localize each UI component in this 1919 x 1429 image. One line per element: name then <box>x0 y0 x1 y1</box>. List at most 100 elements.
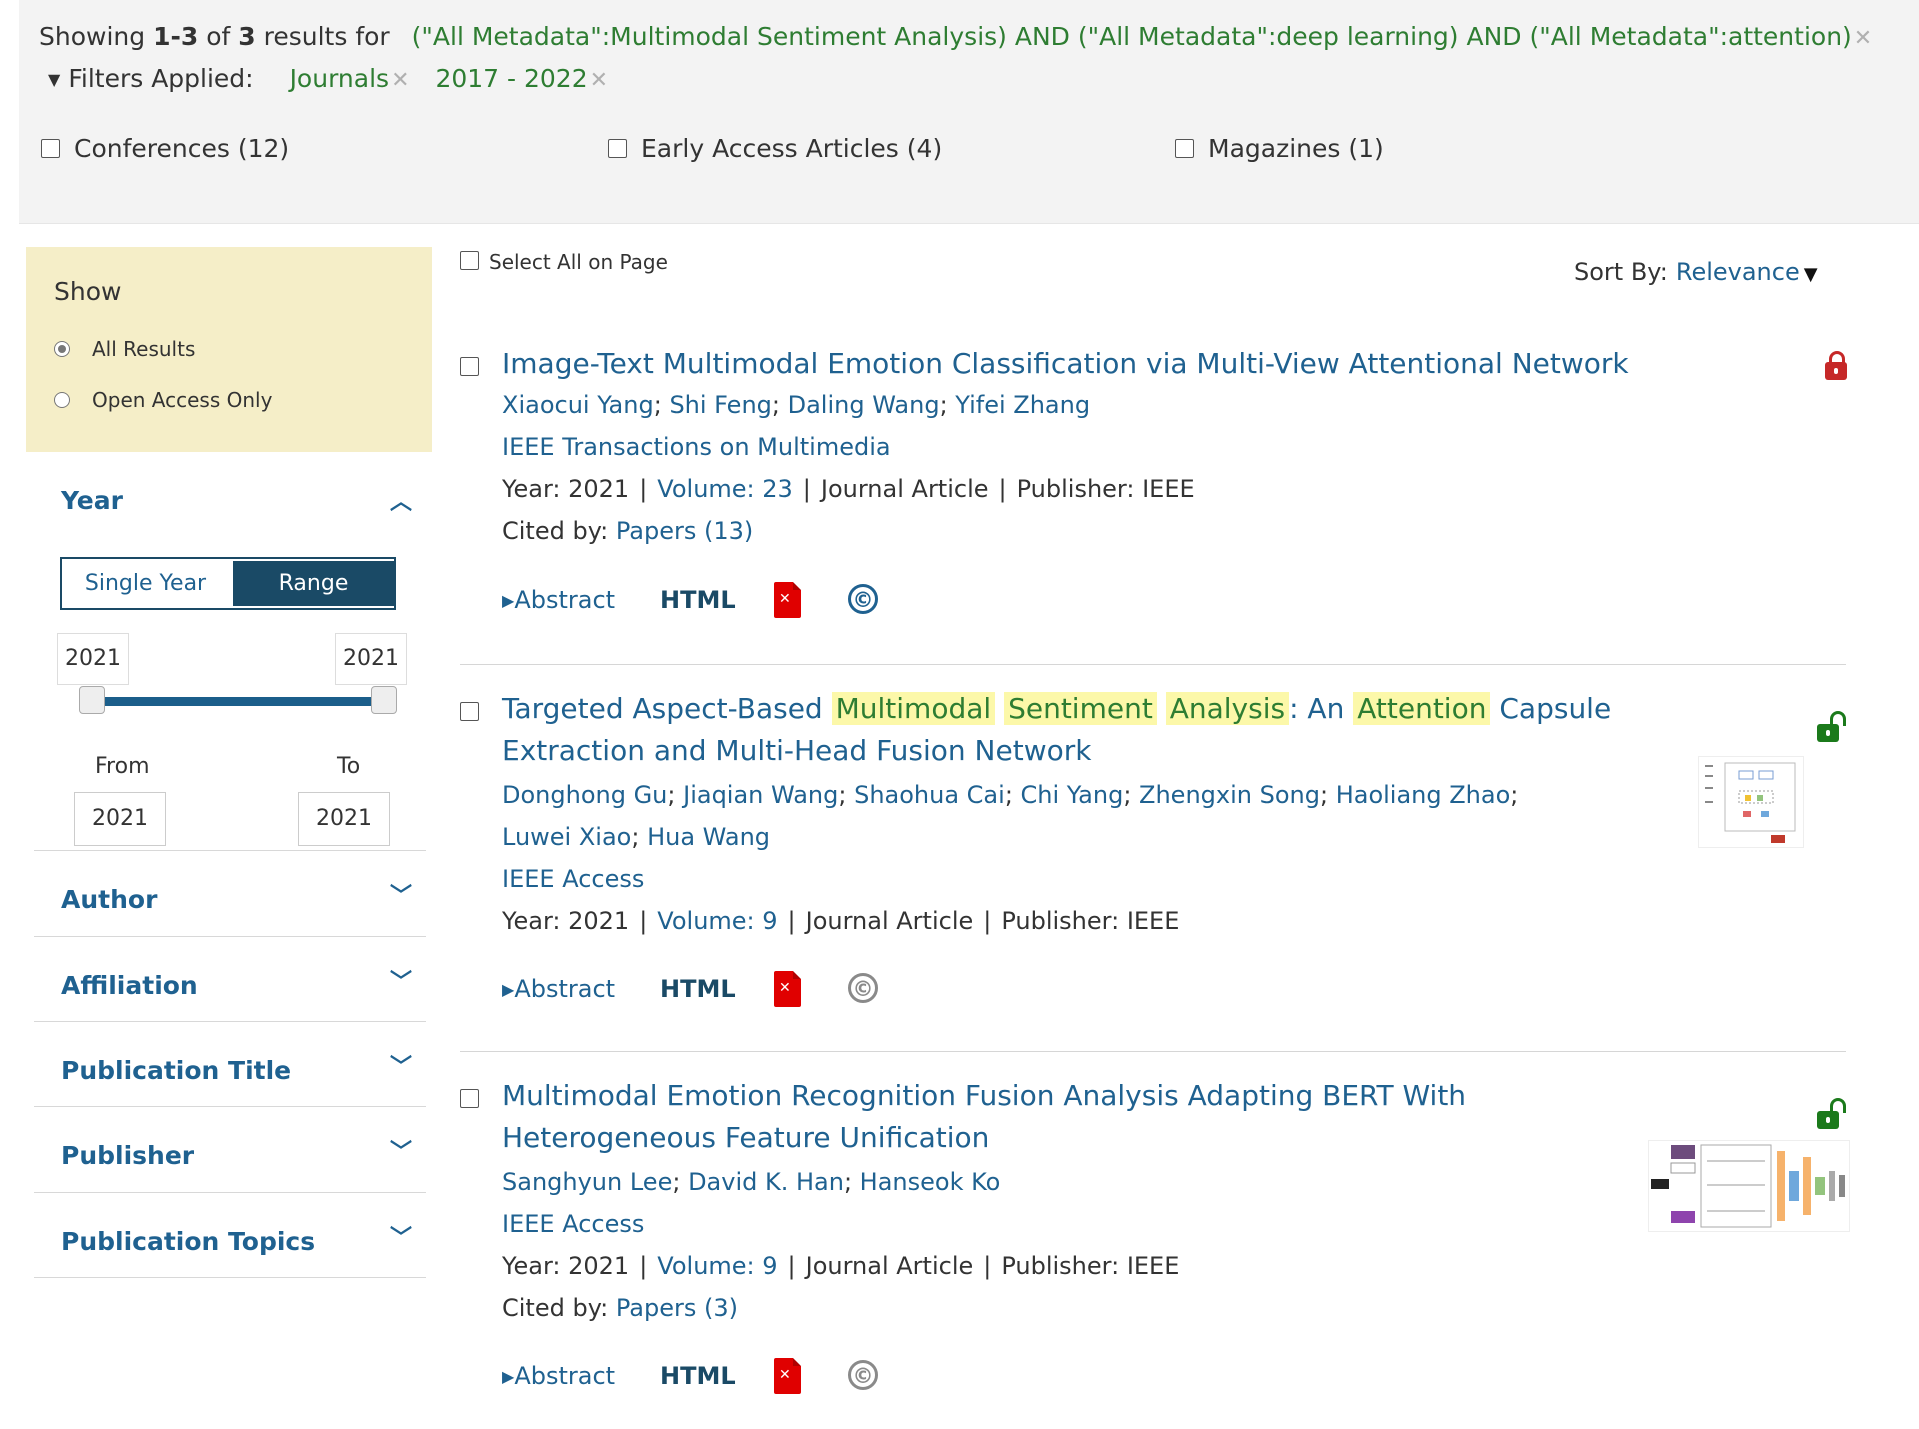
slider-handle-min[interactable] <box>79 686 105 714</box>
cited-by-link[interactable]: Papers (13) <box>616 517 753 545</box>
single-year-button[interactable]: Single Year <box>62 559 229 608</box>
author-link[interactable]: Haoliang Zhao <box>1336 781 1511 809</box>
search-query[interactable]: ("All Metadata":Multimodal Sentiment Ana… <box>412 22 1852 51</box>
chevron-up-icon[interactable]: ︿ <box>390 484 412 516</box>
author-link[interactable]: Zhengxin Song <box>1139 781 1320 809</box>
html-link[interactable]: HTML <box>660 1362 736 1390</box>
author-link[interactable]: Jiaqian Wang <box>683 781 838 809</box>
author-link[interactable]: Yifei Zhang <box>955 391 1090 419</box>
checkbox[interactable] <box>608 139 627 158</box>
chevron-down-icon[interactable]: ﹀ <box>390 964 412 996</box>
facet-publication-title[interactable]: Publication Title <box>61 1056 291 1085</box>
author-link[interactable]: Hanseok Ko <box>860 1168 1001 1196</box>
author-link[interactable]: Sanghyun Lee <box>502 1168 672 1196</box>
author-link[interactable]: Luwei Xiao <box>502 823 631 851</box>
author-link[interactable]: Shi Feng <box>669 391 771 419</box>
caret-right-icon: ▶ <box>502 980 515 999</box>
volume-link[interactable]: Volume: 9 <box>657 907 777 935</box>
divider <box>34 850 426 851</box>
facet-affiliation[interactable]: Affiliation <box>61 971 198 1000</box>
from-year-input[interactable]: 2021 <box>74 792 166 846</box>
author-link[interactable]: Daling Wang <box>788 391 940 419</box>
close-icon[interactable]: ✕ <box>590 68 608 93</box>
volume-link[interactable]: Volume: 9 <box>657 1252 777 1280</box>
divider <box>34 936 426 937</box>
pdf-icon[interactable] <box>774 971 801 1007</box>
cited-by-link[interactable]: Papers (3) <box>616 1294 738 1322</box>
filters-applied: ▼ Filters Applied: Journals✕ 2017 - 2022✕ <box>48 64 609 93</box>
author-link[interactable]: Xiaocui Yang <box>502 391 654 419</box>
checkbox[interactable] <box>41 139 60 158</box>
result-thumbnail[interactable] <box>1698 756 1804 848</box>
publication-link[interactable]: IEEE Access <box>502 865 644 893</box>
sort-value[interactable]: Relevance <box>1676 258 1800 286</box>
year-range-slider[interactable] <box>92 697 384 706</box>
content-type-conferences[interactable]: Conferences (12) <box>41 134 289 163</box>
radio-button[interactable] <box>54 392 70 408</box>
pdf-icon[interactable] <box>774 1358 801 1394</box>
close-icon[interactable]: ✕ <box>391 68 409 93</box>
html-link[interactable]: HTML <box>660 975 736 1003</box>
copyright-icon[interactable]: © <box>848 973 878 1003</box>
facet-year-header[interactable]: Year <box>61 486 123 515</box>
show-title: Show <box>54 277 122 306</box>
author-link[interactable]: David K. Han <box>688 1168 844 1196</box>
slider-handle-max[interactable] <box>371 686 397 714</box>
triangle-down-icon[interactable]: ▼ <box>48 70 60 89</box>
unlock-icon <box>1817 711 1846 742</box>
close-icon[interactable]: ✕ <box>1854 26 1872 51</box>
radio-all-results[interactable]: All Results <box>54 337 195 361</box>
select-all-on-page[interactable]: Select All on Page <box>460 250 668 274</box>
facet-publication-topics[interactable]: Publication Topics <box>61 1227 315 1256</box>
thumbnail-diagram <box>1705 762 1796 843</box>
publication-link[interactable]: IEEE Access <box>502 1210 644 1238</box>
chevron-down-icon[interactable]: ﹀ <box>390 878 412 910</box>
author-link[interactable]: Chi Yang <box>1021 781 1124 809</box>
checkbox[interactable] <box>460 251 479 270</box>
result-title[interactable]: Targeted Aspect-Based Multimodal Sentime… <box>502 688 1682 772</box>
filter-chip-journals[interactable]: Journals✕ <box>290 64 410 93</box>
result-checkbox[interactable] <box>460 1089 479 1111</box>
publication-link[interactable]: IEEE Transactions on Multimedia <box>502 433 891 461</box>
volume-link[interactable]: Volume: 23 <box>657 475 793 503</box>
result-checkbox[interactable] <box>460 357 479 379</box>
result-title[interactable]: Image-Text Multimodal Emotion Classifica… <box>502 343 1682 385</box>
author-link[interactable]: Hua Wang <box>647 823 770 851</box>
abstract-toggle[interactable]: ▶Abstract <box>502 975 615 1003</box>
pdf-icon[interactable] <box>774 582 801 618</box>
copyright-icon[interactable]: © <box>848 584 878 614</box>
radio-button[interactable] <box>54 341 70 357</box>
html-link[interactable]: HTML <box>660 586 736 614</box>
content-type-early-access[interactable]: Early Access Articles (4) <box>608 134 942 163</box>
unlock-icon <box>1817 1098 1846 1129</box>
facet-author[interactable]: Author <box>61 885 157 914</box>
copyright-icon[interactable]: © <box>848 1360 878 1390</box>
checkbox[interactable] <box>1175 139 1194 158</box>
result-authors: Xiaocui Yang; Shi Feng; Daling Wang; Yif… <box>502 391 1091 419</box>
chevron-down-icon[interactable]: ﹀ <box>390 1220 412 1252</box>
abstract-toggle[interactable]: ▶Abstract <box>502 586 615 614</box>
to-year-input[interactable]: 2021 <box>298 792 390 846</box>
result-checkbox[interactable] <box>460 702 479 724</box>
abstract-toggle[interactable]: ▶Abstract <box>502 1362 615 1390</box>
result-thumbnail[interactable] <box>1648 1140 1850 1232</box>
author-link[interactable]: Shaohua Cai <box>854 781 1005 809</box>
result-authors-cont: Luwei Xiao; Hua Wang <box>502 823 771 851</box>
result-item: Image-Text Multimodal Emotion Classifica… <box>460 343 1850 633</box>
facet-publisher[interactable]: Publisher <box>61 1141 194 1170</box>
radio-open-access[interactable]: Open Access Only <box>54 388 272 412</box>
result-divider <box>460 664 1846 665</box>
divider <box>34 1192 426 1193</box>
chevron-down-icon[interactable]: ﹀ <box>390 1134 412 1166</box>
triangle-down-icon[interactable]: ▼ <box>1804 264 1818 285</box>
author-link[interactable]: Donghong Gu <box>502 781 667 809</box>
result-title[interactable]: Multimodal Emotion Recognition Fusion An… <box>502 1075 1682 1159</box>
divider <box>34 1106 426 1107</box>
from-label: From <box>95 754 150 779</box>
chevron-down-icon[interactable]: ﹀ <box>390 1049 412 1081</box>
content-type-magazines[interactable]: Magazines (1) <box>1175 134 1384 163</box>
sort-by[interactable]: Sort By: Relevance ▼ <box>1574 258 1818 286</box>
results-range: 1-3 <box>153 22 199 51</box>
filter-chip-years[interactable]: 2017 - 2022✕ <box>435 64 608 93</box>
range-button[interactable]: Range <box>233 561 394 606</box>
